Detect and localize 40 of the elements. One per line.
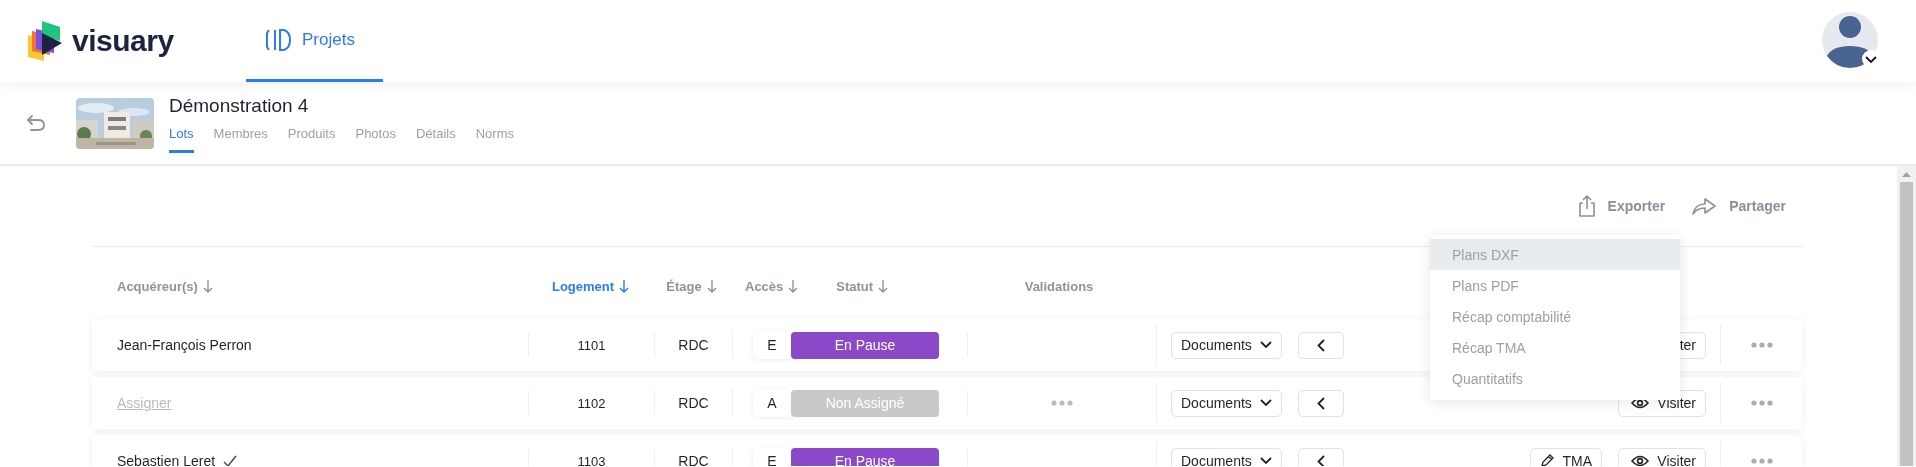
documents-dropdown[interactable]: Documents: [1171, 331, 1282, 359]
documents-dropdown[interactable]: Documents: [1171, 389, 1282, 417]
project-tab[interactable]: Lots: [169, 126, 194, 153]
project-tab[interactable]: Membres: [213, 126, 268, 153]
status-badge: En Pause: [791, 447, 939, 466]
menu-item[interactable]: Récap TMA: [1430, 332, 1680, 363]
status-badge: En Pause: [791, 331, 939, 359]
export-button[interactable]: Exporter: [1571, 193, 1672, 219]
access-code: E: [753, 331, 791, 359]
table-cell: RDC: [678, 453, 709, 466]
brand-name: visuary: [72, 24, 174, 58]
menu-item[interactable]: Plans PDF: [1430, 270, 1680, 301]
menu-item[interactable]: Plans DXF: [1430, 239, 1680, 270]
column-header[interactable]: Accès: [745, 278, 799, 294]
table-cell: 1101: [577, 337, 606, 353]
column-header[interactable]: Statut: [836, 278, 889, 294]
project-tab[interactable]: Photos: [355, 126, 396, 153]
buyer-name: Sebastien Leret: [117, 453, 216, 466]
documents-dropdown[interactable]: Documents: [1171, 447, 1282, 466]
column-header[interactable]: Validations: [1024, 278, 1094, 294]
column-header[interactable]: Logement: [551, 278, 630, 294]
project-tab[interactable]: Détails: [415, 126, 456, 153]
table-cell: RDC: [678, 337, 709, 353]
tma-button[interactable]: TMA: [1530, 447, 1602, 466]
project-tab[interactable]: Produits: [287, 126, 336, 153]
buyer-name: Jean-François Perron: [117, 337, 252, 353]
menu-item[interactable]: Récap comptabilité: [1430, 301, 1680, 332]
column-header[interactable]: Acquéreur(s): [117, 278, 213, 294]
project-tab[interactable]: Norms: [475, 126, 514, 153]
access-code: E: [753, 447, 791, 466]
access-code: A: [753, 389, 791, 417]
table-cell: 1103: [577, 453, 606, 466]
table-cell: 1102: [577, 395, 606, 411]
project-title: Démonstration 4: [169, 95, 310, 117]
column-header[interactable]: Étage: [666, 278, 717, 294]
nav-tab[interactable]: Projets: [246, 0, 383, 82]
share-button[interactable]: Partager: [1685, 195, 1792, 217]
visit-button[interactable]: Visiter: [1618, 447, 1706, 466]
assign-link[interactable]: Assigner: [117, 395, 172, 411]
table-cell: RDC: [678, 395, 709, 411]
